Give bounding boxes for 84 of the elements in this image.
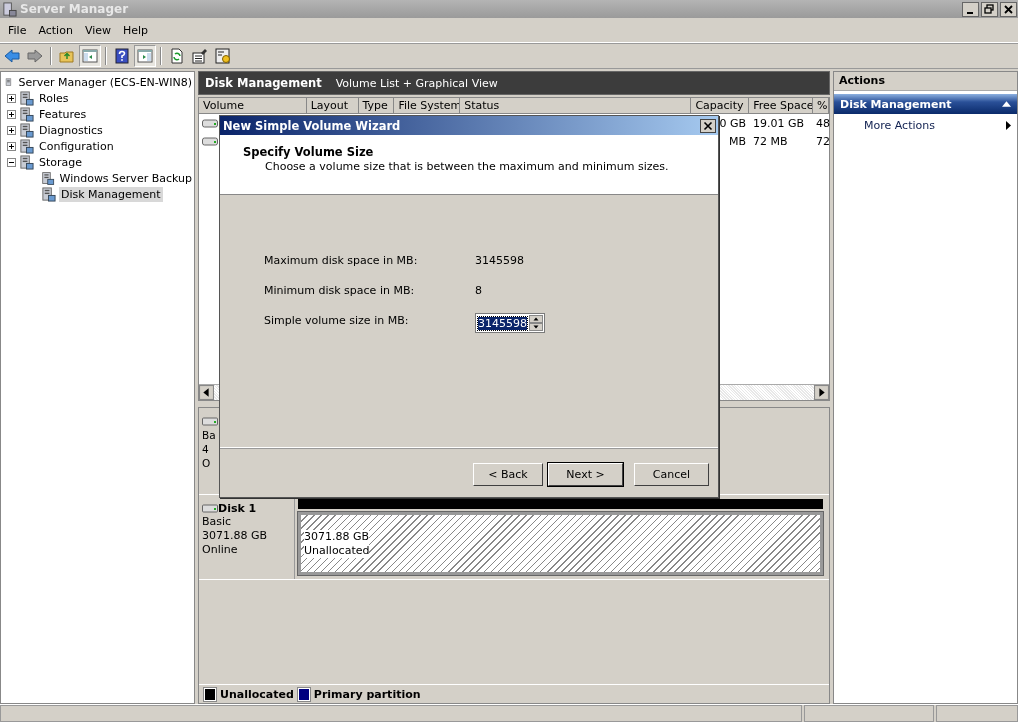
dialog-title: New Simple Volume Wizard [223,118,401,133]
step-heading: Specify Volume Size [243,145,375,159]
menu-item[interactable]: Help [117,23,155,37]
server-icon [19,154,34,170]
server-icon [41,170,55,186]
server-icon [19,122,34,138]
folder-icon [59,48,75,64]
tree-item[interactable]: Roles [37,90,71,106]
step-description: Choose a volume size that is between the maximum and minimum sizes. [265,160,670,173]
disk-name: Disk 1 [218,501,257,515]
server-icon [2,1,17,17]
scroll-left-icon[interactable] [199,385,214,400]
table-cell: 0 GB [719,116,746,130]
expand-icon[interactable] [7,125,16,135]
section-header[interactable]: Disk Management [834,94,1017,114]
disk-info: 4 [202,442,210,456]
minimize-icon[interactable] [962,1,979,17]
spin-up-icon[interactable] [529,315,543,323]
restore-icon[interactable] [981,1,998,17]
dialog-button[interactable]: Next > [548,463,623,486]
legend-label: Unallocated [220,687,294,701]
pane-title: Disk Management [205,76,322,90]
properties-icon [192,48,208,64]
expand-icon[interactable] [7,141,16,151]
field-value: 3145598 [475,253,524,267]
tree-item[interactable]: Server Manager (ECS-EN-WIN8) [16,74,194,90]
server-icon [19,138,34,154]
forward-icon [27,48,43,64]
menu-item[interactable]: View [78,23,117,37]
field-label: Maximum disk space in MB: [264,253,419,267]
spin-down-icon[interactable] [529,323,543,331]
dialog-button[interactable]: Cancel [634,463,709,486]
field-label: Minimum disk space in MB: [264,283,416,297]
submenu-arrow-icon [1006,120,1011,130]
collapse-icon[interactable] [7,157,16,167]
back-icon [4,48,20,64]
column-header[interactable]: Layout [306,98,359,114]
disk-info: Ba [202,428,217,442]
actions-header: Actions [834,72,1017,91]
menu-item[interactable]: File [2,23,33,37]
table-cell: 72 [816,134,830,148]
help-icon [114,48,130,64]
server-icon [41,186,56,202]
tree-item[interactable]: Storage [37,154,85,170]
table-cell: 19.01 GB [753,116,805,130]
column-header[interactable]: % [813,98,829,114]
column-header[interactable]: Type [358,98,395,114]
pane-icon [82,48,98,64]
tree-item[interactable]: Diagnostics [37,122,105,138]
tree-item[interactable]: Features [37,106,89,122]
unallocated-partition[interactable]: 3071.88 GB Unallocated [298,512,823,575]
column-header[interactable]: Capacity [691,98,750,114]
close-icon[interactable] [700,118,716,133]
dialog-button[interactable]: < Back [473,463,543,486]
disk-info: Basic [202,515,233,529]
refresh-icon [169,48,185,64]
action-link[interactable]: More Actions [864,118,935,132]
window-title: Server Manager [20,2,130,16]
column-header[interactable]: Volume [199,98,307,114]
table-cell: 72 MB [753,134,788,148]
server-icon [19,90,34,106]
view-label: Volume List + Graphical View [335,76,498,90]
tree-item[interactable]: Configuration [37,138,116,154]
size-spinner[interactable]: 3145598 [475,313,545,333]
collapse-icon[interactable] [1002,101,1011,107]
table-cell: 48 [816,116,830,130]
field-label: Simple volume size in MB: [264,313,410,327]
close-icon[interactable] [1000,1,1017,17]
table-cell: MB [728,134,746,148]
server-icon [19,106,34,122]
expand-icon[interactable] [7,109,16,119]
field-value: 8 [475,283,482,297]
disk-info: Online [202,543,239,557]
scroll-right-icon[interactable] [814,385,829,400]
settings-icon [215,48,231,64]
disk-info: O [202,456,212,470]
pane-icon [137,48,153,64]
legend-label: Primary partition [313,687,421,701]
tree-item[interactable]: Windows Server Backup [57,170,194,186]
menu-item[interactable]: Action [32,23,79,37]
column-header[interactable]: Status [460,98,692,114]
disk-info: 3071.88 GB [202,529,269,543]
expand-icon[interactable] [7,93,16,103]
tree-item[interactable]: Disk Management [59,186,163,202]
